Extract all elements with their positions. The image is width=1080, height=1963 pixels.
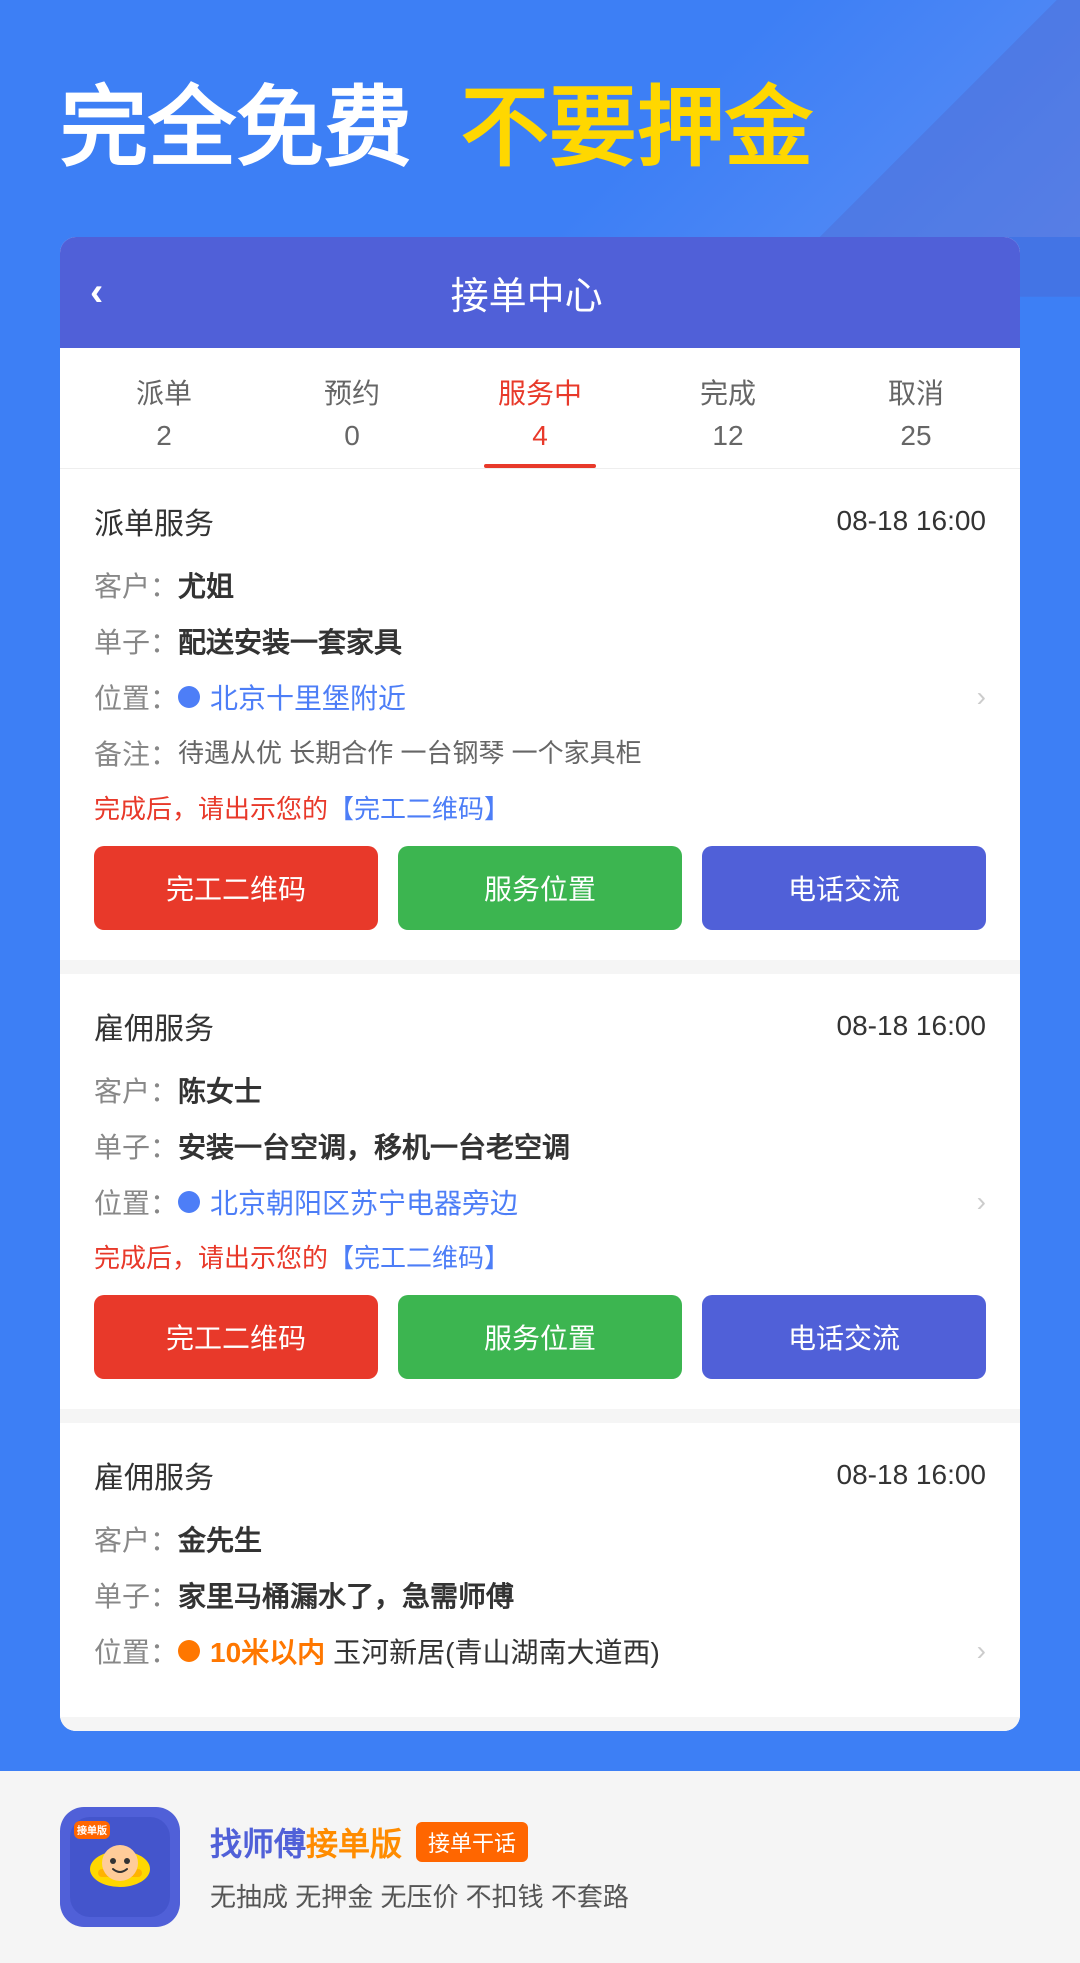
order-1-location-row: 位置： 北京十里堡附近 ›	[94, 677, 986, 717]
nav-title: 接单中心	[123, 265, 930, 320]
order-1-order-label: 单子：	[94, 621, 178, 661]
banner-name-prefix: 找师傅	[210, 1826, 306, 1862]
order-1-actions: 完工二维码 服务位置 电话交流	[94, 846, 986, 930]
order-2-location-arrow: ›	[977, 1186, 986, 1218]
order-1-customer-row: 客户： 尤姐	[94, 565, 986, 605]
app-icon: 接单版	[60, 1807, 180, 1927]
order-2-location: 北京朝阳区苏宁电器旁边	[210, 1182, 967, 1222]
order-3-customer: 金先生	[178, 1519, 262, 1559]
order-3-time: 08-18 16:00	[837, 1459, 986, 1491]
order-2-location-label: 位置：	[94, 1182, 178, 1222]
tabs-container: 派单 2 预约 0 服务中 4 完成 12 取消 25	[60, 348, 1020, 469]
order-1-phone-button[interactable]: 电话交流	[702, 846, 986, 930]
order-3-header: 雇佣服务 08-18 16:00	[94, 1453, 986, 1497]
order-2-location-row: 位置： 北京朝阳区苏宁电器旁边 ›	[94, 1182, 986, 1222]
order-1-time: 08-18 16:00	[837, 505, 986, 537]
tab-inservice-count: 4	[532, 420, 548, 452]
order-1-location-button[interactable]: 服务位置	[398, 846, 682, 930]
order-3-location: 玉河新居(青山湖南大道西)	[333, 1631, 967, 1671]
order-1-location-arrow: ›	[977, 681, 986, 713]
order-1-location-dot	[178, 686, 200, 708]
tab-inservice-label: 服务中	[498, 372, 582, 412]
order-2-order-label: 单子：	[94, 1126, 178, 1166]
banner-content: 找师傅接单版 接单干话 无抽成 无押金 无压价 不扣钱 不套路	[210, 1819, 1020, 1914]
order-3-order: 家里马桶漏水了，急需师傅	[178, 1575, 514, 1615]
tab-inservice[interactable]: 服务中 4	[446, 348, 634, 468]
order-2-customer: 陈女士	[178, 1070, 262, 1110]
tab-dispatch[interactable]: 派单 2	[70, 348, 258, 468]
svg-text:接单版: 接单版	[77, 1824, 107, 1837]
order-1-notice: 完成后，请出示您的【完工二维码】	[94, 789, 986, 826]
order-2-location-button[interactable]: 服务位置	[398, 1295, 682, 1379]
banner-subtitle: 无抽成 无押金 无压价 不扣钱 不套路	[210, 1877, 1020, 1914]
order-1-remark-label: 备注：	[94, 733, 178, 773]
order-1-remark-row: 备注： 待遇从优 长期合作 一台钢琴 一个家具柜	[94, 733, 986, 773]
app-icon-svg: 接单版	[70, 1817, 170, 1917]
order-1-header: 派单服务 08-18 16:00	[94, 499, 986, 543]
order-2-qr-button[interactable]: 完工二维码	[94, 1295, 378, 1379]
order-2-order: 安装一台空调，移机一台老空调	[178, 1126, 570, 1166]
hero-section: 完全免费 不要押金	[0, 0, 1080, 237]
order-card-3: 雇佣服务 08-18 16:00 客户： 金先生 单子： 家里马桶漏水了，急需师…	[60, 1423, 1020, 1731]
tab-complete-count: 12	[712, 420, 743, 452]
tab-dispatch-label: 派单	[136, 372, 192, 412]
tab-appointment-count: 0	[344, 420, 360, 452]
order-3-location-row: 位置： 10米以内 玉河新居(青山湖南大道西) ›	[94, 1631, 986, 1671]
order-2-customer-label: 客户：	[94, 1070, 178, 1110]
order-3-type: 雇佣服务	[94, 1453, 214, 1497]
order-2-notice: 完成后，请出示您的【完工二维码】	[94, 1238, 986, 1275]
order-list: 派单服务 08-18 16:00 客户： 尤姐 单子： 配送安装一套家具 位置：…	[60, 469, 1020, 1731]
banner-app-name: 找师傅接单版	[210, 1819, 402, 1865]
order-card-2: 雇佣服务 08-18 16:00 客户： 陈女士 单子： 安装一台空调，移机一台…	[60, 974, 1020, 1423]
tab-dispatch-count: 2	[156, 420, 172, 452]
order-2-time: 08-18 16:00	[837, 1010, 986, 1042]
order-1-order-row: 单子： 配送安装一套家具	[94, 621, 986, 661]
tab-cancel-label: 取消	[888, 372, 944, 412]
hero-text: 完全免费 不要押金	[60, 80, 1020, 177]
order-2-notice-bracket: 【完工二维码】	[328, 1243, 510, 1273]
order-2-header: 雇佣服务 08-18 16:00	[94, 1004, 986, 1048]
bottom-banner: 接单版 找师傅接单版 接单干话 无抽成 无押金 无压价 不扣钱 不套路	[0, 1771, 1080, 1963]
tab-complete-label: 完成	[700, 372, 756, 412]
main-card: ‹ 接单中心 派单 2 预约 0 服务中 4 完成 12 取消 25 派单服务	[60, 237, 1020, 1731]
order-1-order: 配送安装一套家具	[178, 621, 402, 661]
order-3-location-label: 位置：	[94, 1631, 178, 1671]
banner-name-highlight: 接单版	[306, 1826, 402, 1862]
order-1-notice-bracket: 【完工二维码】	[328, 794, 510, 824]
order-3-order-row: 单子： 家里马桶漏水了，急需师傅	[94, 1575, 986, 1615]
order-1-type: 派单服务	[94, 499, 214, 543]
order-2-type: 雇佣服务	[94, 1004, 214, 1048]
tab-cancel[interactable]: 取消 25	[822, 348, 1010, 468]
nav-bar: ‹ 接单中心	[60, 237, 1020, 348]
hero-line1: 完全免费	[60, 78, 412, 177]
order-3-location-arrow: ›	[977, 1635, 986, 1667]
tab-complete[interactable]: 完成 12	[634, 348, 822, 468]
order-1-customer-label: 客户：	[94, 565, 178, 605]
order-3-location-dot	[178, 1640, 200, 1662]
back-button[interactable]: ‹	[90, 270, 103, 315]
order-3-customer-label: 客户：	[94, 1519, 178, 1559]
order-1-location: 北京十里堡附近	[210, 677, 967, 717]
order-2-customer-row: 客户： 陈女士	[94, 1070, 986, 1110]
banner-tag: 接单干话	[416, 1822, 528, 1862]
tab-appointment-label: 预约	[324, 372, 380, 412]
order-card-1: 派单服务 08-18 16:00 客户： 尤姐 单子： 配送安装一套家具 位置：…	[60, 469, 1020, 974]
order-2-order-row: 单子： 安装一台空调，移机一台老空调	[94, 1126, 986, 1166]
tab-appointment[interactable]: 预约 0	[258, 348, 446, 468]
tab-cancel-count: 25	[900, 420, 931, 452]
order-3-customer-row: 客户： 金先生	[94, 1519, 986, 1559]
order-2-location-dot	[178, 1191, 200, 1213]
order-1-location-label: 位置：	[94, 677, 178, 717]
order-2-actions: 完工二维码 服务位置 电话交流	[94, 1295, 986, 1379]
order-3-order-label: 单子：	[94, 1575, 178, 1615]
order-1-remark: 待遇从优 长期合作 一台钢琴 一个家具柜	[178, 733, 642, 770]
order-1-customer: 尤姐	[178, 565, 234, 605]
order-3-location-prefix: 10米以内	[210, 1631, 325, 1671]
order-2-phone-button[interactable]: 电话交流	[702, 1295, 986, 1379]
order-1-qr-button[interactable]: 完工二维码	[94, 846, 378, 930]
hero-line2: 不要押金	[461, 78, 813, 177]
banner-title-row: 找师傅接单版 接单干话	[210, 1819, 1020, 1865]
